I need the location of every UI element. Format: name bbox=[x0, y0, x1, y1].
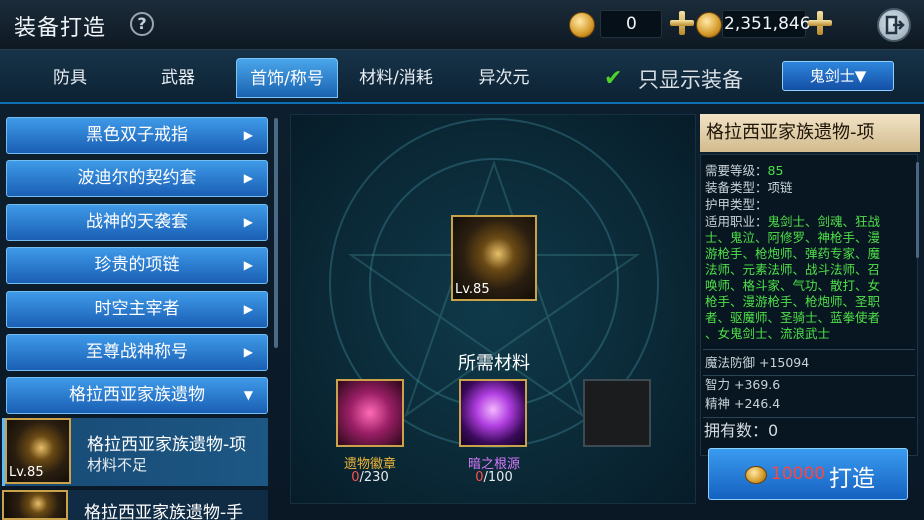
expand-arrow-icon: ▶ bbox=[243, 302, 253, 316]
class-line: 、女鬼剑士、流浪武士 bbox=[705, 326, 831, 341]
class-line: 鬼剑士、剑魂、狂战 bbox=[767, 214, 881, 229]
exit-icon[interactable] bbox=[877, 8, 911, 42]
detail-divider bbox=[703, 375, 915, 376]
list-item-label: 格拉西亚家族遗物 bbox=[69, 385, 205, 405]
list-item[interactable]: 格拉西亚家族遗物 ▼ bbox=[6, 377, 268, 414]
required-level-row: 需要等级：85 bbox=[705, 163, 783, 179]
tab-armor[interactable]: 防具 bbox=[30, 58, 110, 98]
magic-defense-stat: 魔法防御 +15094 bbox=[705, 355, 810, 370]
equip-type-row: 装备类型：项链 bbox=[705, 180, 793, 196]
material-have: 0 bbox=[475, 470, 484, 485]
material-need: /100 bbox=[483, 470, 513, 485]
material-have: 0 bbox=[351, 470, 360, 485]
glove-item-icon bbox=[2, 490, 68, 520]
expand-arrow-icon: ▶ bbox=[243, 171, 253, 185]
list-item-label: 时空主宰者 bbox=[94, 299, 180, 319]
crafting-preview-panel: Lv.85 所需材料 遗物徽章 0/230 暗之根源 0/100 bbox=[290, 114, 696, 504]
expand-arrow-icon: ▶ bbox=[243, 258, 253, 272]
class-line: 者、驱魔师、圣骑士、蓝拳使者 bbox=[705, 310, 881, 325]
show-equipment-only-label[interactable]: 只显示装备 bbox=[638, 64, 743, 94]
coin-icon bbox=[569, 12, 595, 38]
list-item-label: 战神的天袭套 bbox=[86, 212, 188, 232]
craft-label: 打造 bbox=[829, 466, 875, 492]
equip-type-value: 项链 bbox=[767, 180, 793, 195]
add-coin-icon[interactable] bbox=[670, 11, 694, 35]
tab-dimension[interactable]: 异次元 bbox=[462, 58, 546, 98]
list-item[interactable]: 黑色双子戒指 ▶ bbox=[6, 117, 268, 154]
tab-material-consumable[interactable]: 材料/消耗 bbox=[348, 58, 444, 98]
top-bar: 装备打造 ? 0 2,351,846 bbox=[0, 0, 924, 50]
material-slot-relic-badge[interactable] bbox=[336, 379, 404, 447]
craft-button[interactable]: 10000 打造 bbox=[708, 448, 908, 500]
material-slot-dark-root[interactable] bbox=[459, 379, 527, 447]
material-count: 0/230 bbox=[325, 470, 415, 485]
equip-type-label: 装备类型： bbox=[705, 180, 768, 195]
detail-divider bbox=[703, 349, 915, 350]
preview-level-label: Lv.85 bbox=[455, 282, 490, 297]
class-line: 枪手、漫游枪手、枪炮师、圣职 bbox=[705, 294, 881, 309]
collapse-arrow-icon: ▼ bbox=[243, 388, 253, 402]
intelligence-stat: 智力 +369.6 bbox=[705, 377, 781, 392]
add-gold-icon[interactable] bbox=[808, 11, 832, 35]
expand-arrow-icon: ▶ bbox=[243, 215, 253, 229]
selected-item-status: 材料不足 bbox=[87, 456, 148, 474]
material-need: /230 bbox=[359, 470, 389, 485]
expand-arrow-icon: ▶ bbox=[243, 128, 253, 142]
list-item-label: 珍贵的项链 bbox=[94, 255, 180, 275]
help-icon[interactable]: ? bbox=[130, 12, 154, 36]
equipment-crafting-screen: 装备打造 ? 0 2,351,846 防具 武器 首饰/称号 材料/消耗 异次元… bbox=[0, 0, 924, 520]
list-item[interactable]: 战神的天袭套 ▶ bbox=[6, 204, 268, 241]
class-line: 法师、元素法师、战斗法师、召 bbox=[705, 262, 881, 277]
owned-count: 拥有数：0 bbox=[704, 421, 779, 440]
detail-scrollbar[interactable] bbox=[916, 162, 919, 258]
gold-amount: 2,351,846 bbox=[724, 14, 811, 34]
required-level-label: 需要等级： bbox=[705, 163, 768, 178]
next-item-name: 格拉西亚家族遗物-手 bbox=[84, 503, 244, 520]
list-item-label: 至尊战神称号 bbox=[86, 342, 188, 362]
detail-item-title: 格拉西亚家族遗物-项 bbox=[700, 114, 920, 152]
coin-count: 0 bbox=[626, 14, 637, 34]
selected-item-name: 格拉西亚家族遗物-项 bbox=[87, 435, 247, 455]
required-materials-title: 所需材料 bbox=[458, 353, 530, 374]
gold-icon bbox=[745, 466, 767, 484]
necklace-item-icon: Lv.85 bbox=[5, 418, 71, 484]
material-count: 0/100 bbox=[449, 470, 539, 485]
armor-type-label: 护甲类型： bbox=[705, 197, 768, 212]
list-item-label: 波迪尔的契约套 bbox=[77, 168, 197, 188]
list-item[interactable]: 波迪尔的契约套 ▶ bbox=[6, 160, 268, 197]
spirit-stat: 精神 +246.4 bbox=[705, 396, 781, 411]
tab-accessory-title[interactable]: 首饰/称号 bbox=[236, 58, 338, 98]
list-item-label: 黑色双子戒指 bbox=[86, 125, 188, 145]
list-item[interactable]: 珍贵的项链 ▶ bbox=[6, 247, 268, 284]
list-item[interactable]: 至尊战神称号 ▶ bbox=[6, 334, 268, 371]
detail-stats-box: 需要等级：85 装备类型：项链 护甲类型： 适用职业：鬼剑士、剑魂、狂战 士、鬼… bbox=[700, 154, 918, 456]
class-line: 唤师、格斗家、气功、散打、女 bbox=[705, 278, 881, 293]
tab-weapon[interactable]: 武器 bbox=[138, 58, 218, 98]
list-scrollbar[interactable] bbox=[274, 118, 278, 348]
checkmark-icon[interactable]: ✔ bbox=[604, 66, 622, 91]
class-select-dropdown[interactable]: 鬼剑士▼ bbox=[782, 61, 894, 91]
required-level-value: 85 bbox=[767, 163, 784, 178]
expand-arrow-icon: ▶ bbox=[243, 345, 253, 359]
class-line: 士、鬼泣、阿修罗、神枪手、漫 bbox=[705, 230, 881, 245]
item-detail-panel: 格拉西亚家族遗物-项 需要等级：85 装备类型：项链 护甲类型： 适用职业：鬼剑… bbox=[700, 114, 920, 520]
selected-recipe-row[interactable]: Lv.85 格拉西亚家族遗物-项 材料不足 bbox=[2, 418, 268, 486]
next-recipe-row[interactable]: 格拉西亚家族遗物-手 bbox=[2, 490, 268, 520]
material-slot-empty bbox=[583, 379, 651, 447]
necklace-preview-icon[interactable]: Lv.85 bbox=[451, 215, 537, 301]
craft-cost: 10000 bbox=[771, 464, 826, 484]
page-title: 装备打造 bbox=[14, 16, 107, 41]
gold-icon bbox=[696, 12, 722, 38]
class-label: 适用职业： bbox=[705, 214, 768, 229]
class-line: 游枪手、枪炮师、弹药专家、魔 bbox=[705, 246, 881, 261]
item-level-label: Lv.85 bbox=[9, 465, 44, 480]
class-row: 适用职业：鬼剑士、剑魂、狂战 bbox=[705, 214, 880, 230]
list-item[interactable]: 时空主宰者 ▶ bbox=[6, 291, 268, 328]
